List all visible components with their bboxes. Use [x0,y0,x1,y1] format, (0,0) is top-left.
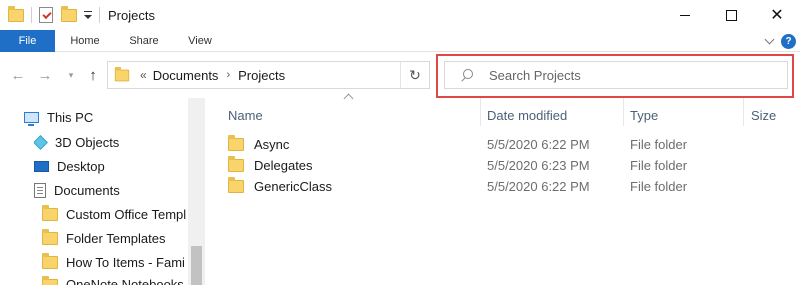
nav-item-folder-templates[interactable]: Folder Templates [42,227,188,249]
ribbon: File Home Share View ? [0,30,800,52]
folder-icon [42,252,58,269]
3d-objects-icon [34,134,48,150]
nav-item-label: Folder Templates [66,230,166,246]
folder-icon [8,5,24,22]
column-header-size[interactable]: Size [751,106,776,126]
search-input[interactable] [489,67,769,83]
recent-locations-icon[interactable]: ▾ [64,65,78,85]
file-name-cell: Delegates [228,155,313,176]
file-name-cell: GenericClass [228,176,332,197]
file-type: File folder [630,158,688,173]
nav-pane-scrollbar[interactable] [188,98,205,285]
folder-icon [42,204,58,221]
search-box[interactable] [444,61,788,89]
window-controls: ✕ [662,0,800,30]
nav-item-desktop[interactable]: Desktop [34,155,105,177]
folder-icon [114,66,130,81]
nav-item-documents[interactable]: Documents [34,179,120,201]
file-name: GenericClass [254,179,333,194]
up-arrow-icon[interactable]: ↑ [83,65,103,85]
nav-item-label: Documents [54,182,120,198]
nav-item-3d-objects[interactable]: 3D Objects [34,131,119,153]
nav-item-label: 3D Objects [55,134,120,150]
file-name-cell: Async [228,134,289,155]
file-date: 5/5/2020 6:22 PM [487,179,590,194]
window-title: Projects [108,7,155,23]
new-folder-icon[interactable] [61,5,77,22]
divider [99,7,100,23]
navigation-pane: This PC 3D Objects Desktop Documents Cus… [0,98,205,285]
maximize-button[interactable] [708,0,754,30]
nav-item-label: How To Items - Fami [66,254,185,270]
file-type: File folder [630,137,688,152]
forward-arrow-icon[interactable]: → [35,65,55,85]
column-header-date-modified[interactable]: Date modified [487,106,567,126]
folder-icon [42,276,58,285]
file-date: 5/5/2020 6:22 PM [487,137,590,152]
nav-item-label: OneNote Notebooks [66,277,184,285]
documents-icon [34,182,46,198]
breadcrumb-documents[interactable]: Documents [153,68,219,83]
quick-access-toolbar [0,0,93,30]
file-list: Name Date modified Type Size Async 5/5/2… [206,93,800,285]
this-pc-icon [24,111,39,126]
file-name: Delegates [254,158,313,173]
ribbon-right: ? [764,32,796,50]
breadcrumb-overflow[interactable]: « [140,68,147,82]
table-row[interactable]: GenericClass 5/5/2020 6:22 PM File folde… [206,176,800,197]
nav-item-label: Desktop [57,158,105,174]
column-divider[interactable] [743,98,744,126]
refresh-icon[interactable]: ↻ [401,62,429,88]
nav-item-label: Custom Office Templ [66,206,187,222]
properties-icon[interactable] [39,7,53,23]
column-divider[interactable] [480,98,481,126]
help-icon[interactable]: ? [781,33,796,49]
folder-icon [228,156,244,172]
column-header-type[interactable]: Type [630,106,658,126]
minimize-button[interactable] [662,0,708,30]
folder-icon [228,177,244,193]
title-bar: Projects ✕ [0,0,800,30]
table-row[interactable]: Async 5/5/2020 6:22 PM File folder [206,134,800,155]
tab-share[interactable]: Share [124,30,164,52]
address-bar[interactable]: « Documents › Projects ↻ [107,61,430,89]
close-button[interactable]: ✕ [754,0,800,30]
folder-icon [228,135,244,151]
folder-icon [42,228,58,245]
file-date: 5/5/2020 6:23 PM [487,158,590,173]
file-type: File folder [630,179,688,194]
scrollbar-thumb[interactable] [191,246,202,285]
tab-view[interactable]: View [182,30,218,52]
file-name: Async [254,137,290,152]
back-arrow-icon[interactable]: ← [8,65,28,85]
tab-home[interactable]: Home [64,30,106,52]
search-icon [461,69,473,81]
table-row[interactable]: Delegates 5/5/2020 6:23 PM File folder [206,155,800,176]
column-divider[interactable] [623,98,624,126]
divider [31,7,32,23]
expand-ribbon-icon[interactable] [764,34,775,44]
breadcrumb-chevron-icon[interactable]: › [226,69,230,81]
nav-item-onenote-notebooks[interactable]: OneNote Notebooks [42,275,188,285]
nav-item-label: This PC [47,109,94,125]
column-header-name[interactable]: Name [228,106,263,126]
breadcrumb-projects[interactable]: Projects [238,68,285,83]
nav-item-how-to-items[interactable]: How To Items - Fami [42,251,188,273]
customize-toolbar-icon[interactable] [83,8,93,22]
nav-item-this-pc[interactable]: This PC [24,106,93,128]
desktop-icon [34,160,49,172]
tab-file[interactable]: File [0,30,55,52]
nav-item-custom-office-templates[interactable]: Custom Office Templ [42,203,188,225]
